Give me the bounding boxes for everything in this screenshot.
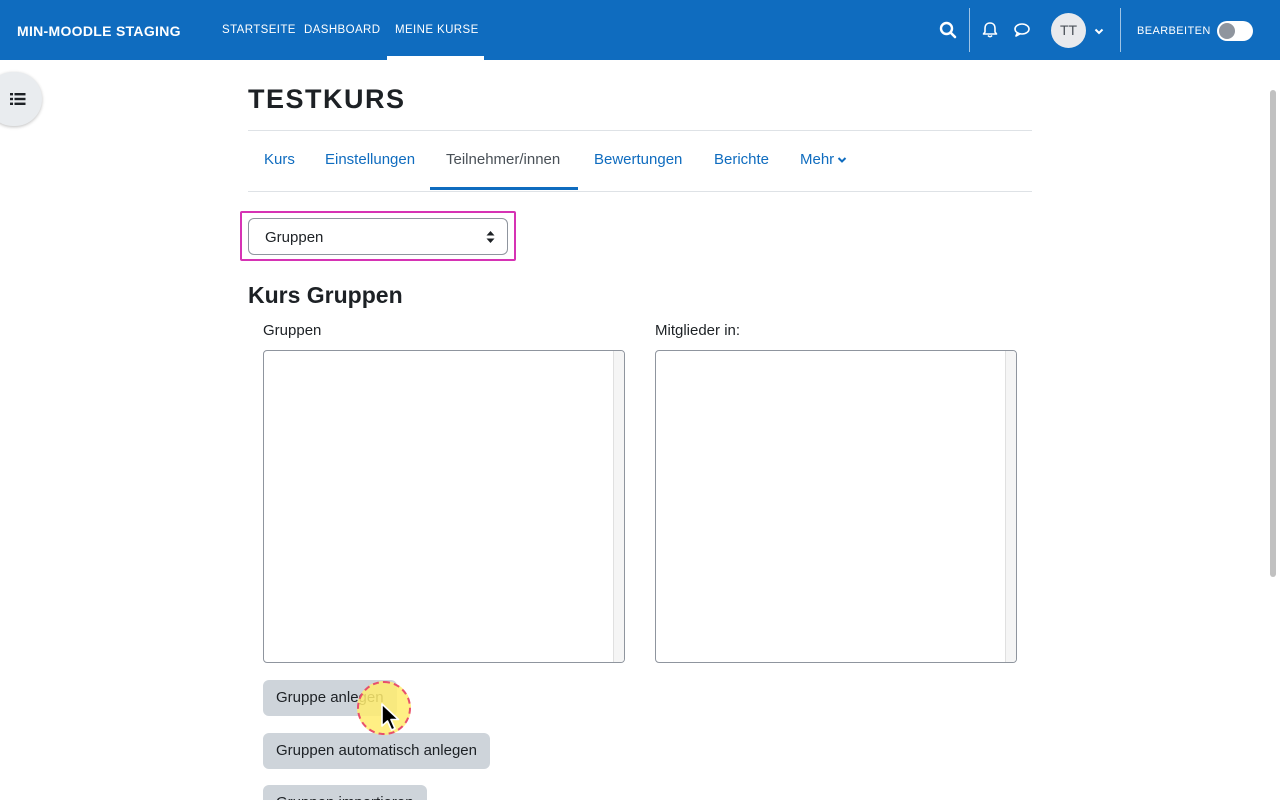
list-icon — [10, 93, 26, 105]
tab-einstellungen[interactable]: Einstellungen — [325, 151, 415, 168]
nav-divider — [1120, 8, 1121, 52]
user-avatar[interactable]: TT — [1051, 13, 1086, 48]
auto-create-groups-button[interactable]: Gruppen automatisch anlegen — [263, 733, 490, 769]
divider — [248, 130, 1032, 131]
search-icon[interactable] — [938, 20, 958, 40]
page-title: TESTKURS — [248, 84, 406, 114]
sort-arrows-icon — [486, 230, 495, 249]
groups-listbox[interactable] — [263, 350, 625, 663]
nav-divider — [969, 8, 970, 52]
top-navbar: MIN-MOODLE STAGING STARTSEITE DASHBOARD … — [0, 0, 1280, 60]
tab-mehr-label: Mehr — [800, 151, 835, 168]
bell-icon[interactable] — [980, 20, 1000, 40]
chat-icon[interactable] — [1012, 20, 1032, 40]
divider — [248, 191, 1032, 192]
edit-mode-label: BEARBEITEN — [1137, 25, 1211, 37]
tab-teilnehmer[interactable]: Teilnehmer/innen — [446, 151, 560, 168]
tab-mehr[interactable]: Mehr — [800, 151, 847, 169]
tab-active-indicator — [430, 187, 578, 190]
site-brand[interactable]: MIN-MOODLE STAGING — [17, 23, 181, 39]
edit-mode-toggle[interactable] — [1217, 21, 1253, 41]
chevron-down-icon[interactable] — [1093, 24, 1105, 36]
section-title: Kurs Gruppen — [248, 282, 403, 308]
page-scrollbar[interactable] — [1270, 90, 1276, 577]
chevron-down-icon — [837, 152, 847, 169]
tab-berichte[interactable]: Berichte — [714, 151, 769, 168]
select-value: Gruppen — [265, 229, 324, 246]
toggle-knob — [1219, 23, 1235, 39]
import-groups-button[interactable]: Gruppen importieren — [263, 785, 427, 800]
groups-list-label: Gruppen — [263, 322, 322, 339]
nav-link-meine-kurse[interactable]: MEINE KURSE — [395, 24, 479, 36]
members-listbox[interactable] — [655, 350, 1017, 663]
nav-active-indicator — [387, 56, 484, 60]
listbox-scrollbar[interactable] — [1005, 351, 1016, 662]
mouse-pointer-icon — [380, 702, 402, 737]
tab-bewertungen[interactable]: Bewertungen — [594, 151, 682, 168]
nav-link-startseite[interactable]: STARTSEITE — [222, 24, 296, 36]
listbox-scrollbar[interactable] — [613, 351, 624, 662]
nav-link-dashboard[interactable]: DASHBOARD — [304, 24, 380, 36]
members-list-label: Mitglieder in: — [655, 322, 741, 339]
participants-page-select[interactable]: Gruppen — [248, 218, 508, 255]
tab-kurs[interactable]: Kurs — [264, 151, 295, 168]
course-index-drawer-button[interactable] — [0, 72, 42, 126]
